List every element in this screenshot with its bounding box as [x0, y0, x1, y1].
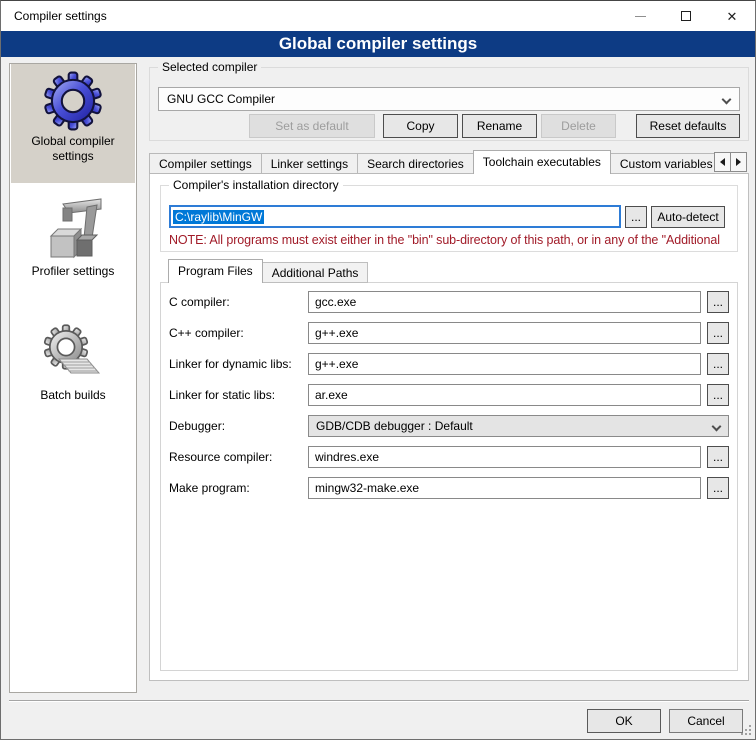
- tab-search-directories[interactable]: Search directories: [357, 153, 474, 174]
- chevron-down-icon: [712, 422, 722, 432]
- installation-directory-input[interactable]: C:\raylib\MinGW: [169, 205, 621, 228]
- arrow-right-icon: [736, 158, 741, 166]
- make-program-label: Make program:: [169, 477, 250, 499]
- ok-button[interactable]: OK: [587, 709, 661, 733]
- debugger-select-value: GDB/CDB debugger : Default: [316, 419, 473, 433]
- tab-toolchain-executables[interactable]: Toolchain executables: [473, 150, 611, 174]
- compiler-select-value: GNU GCC Compiler: [167, 92, 275, 106]
- dynamic-linker-label: Linker for dynamic libs:: [169, 353, 292, 375]
- tab-compiler-settings[interactable]: Compiler settings: [149, 153, 262, 174]
- field-row: C compiler: ...: [161, 291, 737, 313]
- arrow-left-icon: [720, 158, 725, 166]
- browse-c-compiler-button[interactable]: ...: [707, 291, 729, 313]
- browse-dynamic-linker-button[interactable]: ...: [707, 353, 729, 375]
- c-compiler-input[interactable]: [308, 291, 701, 313]
- group-label: Selected compiler: [158, 60, 261, 74]
- delete-button[interactable]: Delete: [541, 114, 616, 138]
- field-row: Linker for dynamic libs: ...: [161, 353, 737, 375]
- compiler-select[interactable]: GNU GCC Compiler: [158, 87, 740, 111]
- maximize-button[interactable]: [663, 1, 709, 31]
- browse-directory-button[interactable]: ...: [625, 206, 647, 228]
- cpp-compiler-label: C++ compiler:: [169, 322, 244, 344]
- sidebar-item-batch-builds[interactable]: Batch builds: [11, 316, 135, 422]
- field-row: Linker for static libs: ...: [161, 384, 737, 406]
- page-title: Global compiler settings: [1, 31, 755, 57]
- tab-additional-paths[interactable]: Additional Paths: [262, 262, 369, 283]
- chevron-down-icon: [722, 95, 732, 105]
- titlebar[interactable]: Compiler settings ✕: [1, 1, 755, 31]
- auto-detect-button[interactable]: Auto-detect: [651, 206, 725, 228]
- sidebar-item-label: Batch builds: [11, 386, 135, 403]
- reset-defaults-button[interactable]: Reset defaults: [636, 114, 740, 138]
- static-linker-input[interactable]: [308, 384, 701, 406]
- close-icon: ✕: [727, 10, 738, 23]
- selected-text: C:\raylib\MinGW: [173, 210, 264, 224]
- browse-static-linker-button[interactable]: ...: [707, 384, 729, 406]
- field-row: C++ compiler: ...: [161, 322, 737, 344]
- compiler-actions: Set as default Copy Rename Delete Reset …: [158, 114, 740, 138]
- tab-custom-variables[interactable]: Custom variables: [610, 153, 715, 174]
- tab-program-files[interactable]: Program Files: [168, 259, 263, 283]
- installation-directory-group: Compiler's installation directory C:\ray…: [160, 185, 738, 252]
- tab-linker-settings[interactable]: Linker settings: [261, 153, 358, 174]
- close-button[interactable]: ✕: [709, 1, 755, 31]
- compiler-settings-dialog: Compiler settings ✕ Global compiler sett…: [0, 0, 756, 740]
- cpp-compiler-input[interactable]: [308, 322, 701, 344]
- minimize-icon: [635, 16, 646, 17]
- gray-gear-stack-icon: [41, 322, 105, 386]
- window-title: Compiler settings: [14, 9, 107, 23]
- bin-subdirectory-note: NOTE: All programs must exist either in …: [169, 233, 735, 247]
- copy-button[interactable]: Copy: [383, 114, 458, 138]
- minimize-button[interactable]: [617, 1, 663, 31]
- toolchain-executables-page: Compiler's installation directory C:\ray…: [149, 173, 749, 681]
- caliper-blocks-icon: [41, 196, 105, 262]
- cancel-button[interactable]: Cancel: [669, 709, 743, 733]
- selected-compiler-group: Selected compiler GNU GCC Compiler Set a…: [149, 67, 749, 141]
- browse-cpp-compiler-button[interactable]: ...: [707, 322, 729, 344]
- program-tabs: Program Files Additional Paths: [168, 259, 367, 283]
- c-compiler-label: C compiler:: [169, 291, 230, 313]
- field-row: Debugger: GDB/CDB debugger : Default: [161, 415, 737, 437]
- sidebar-item-global-compiler-settings[interactable]: Global compiler settings: [11, 64, 135, 183]
- group-label: Compiler's installation directory: [169, 178, 343, 192]
- field-row: Resource compiler: ...: [161, 446, 737, 468]
- program-files-pane: C compiler: ... C++ compiler: ... Linker…: [160, 282, 738, 671]
- make-program-input[interactable]: [308, 477, 701, 499]
- field-row: Make program: ...: [161, 477, 737, 499]
- tab-scroll-right-button[interactable]: [730, 152, 747, 172]
- set-as-default-button[interactable]: Set as default: [249, 114, 375, 138]
- debugger-select[interactable]: GDB/CDB debugger : Default: [308, 415, 729, 437]
- rename-button[interactable]: Rename: [462, 114, 537, 138]
- maximize-icon: [681, 11, 691, 21]
- window-controls: ✕: [617, 1, 755, 31]
- resource-compiler-label: Resource compiler:: [169, 446, 272, 468]
- debugger-label: Debugger:: [169, 415, 225, 437]
- sidebar-item-profiler-settings[interactable]: Profiler settings: [11, 190, 135, 296]
- static-linker-label: Linker for static libs:: [169, 384, 275, 406]
- sidebar-item-label: Profiler settings: [11, 262, 135, 279]
- settings-category-list: Global compiler settings Profiler settin…: [9, 63, 137, 693]
- footer-separator: [9, 700, 749, 702]
- sidebar-item-label: Global compiler settings: [11, 132, 135, 164]
- tab-scroll-buttons: [715, 152, 747, 172]
- settings-tabs: Compiler settings Linker settings Search…: [149, 150, 715, 174]
- dynamic-linker-input[interactable]: [308, 353, 701, 375]
- resize-grip[interactable]: [740, 724, 752, 736]
- browse-make-program-button[interactable]: ...: [707, 477, 729, 499]
- browse-resource-compiler-button[interactable]: ...: [707, 446, 729, 468]
- blue-gear-icon: [42, 70, 104, 132]
- resource-compiler-input[interactable]: [308, 446, 701, 468]
- tab-scroll-left-button[interactable]: [714, 152, 731, 172]
